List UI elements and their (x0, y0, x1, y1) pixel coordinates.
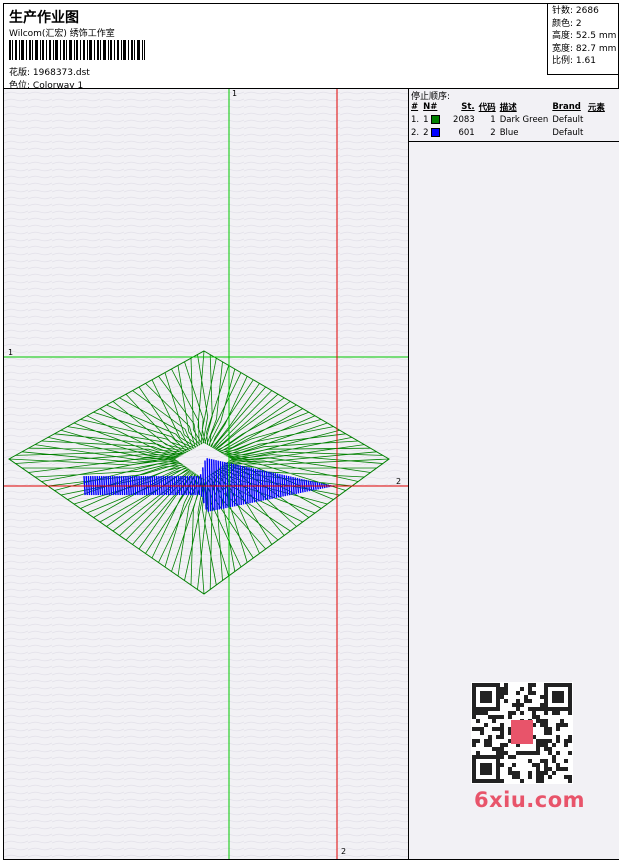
stop-sequence-table: # N# St. 代码 描述 Brand 元素 1. 1 2083 1 Dark… (410, 101, 608, 139)
color-swatch-dark-green (431, 114, 441, 124)
panel-divider (409, 141, 619, 142)
axis-label-h-red: 2 (396, 477, 402, 486)
stat-height: 高度: 52.5 mm (552, 31, 617, 41)
col-stitches: St. (461, 102, 475, 112)
axis-label-v-green: 1 (232, 89, 238, 98)
color-swatch-blue (431, 127, 441, 137)
col-index: # (411, 102, 419, 112)
stat-stitches: 针数: 2686 (552, 6, 599, 16)
stat-width: 宽度: 82.7 mm (552, 43, 617, 54)
col-brand: Brand (552, 102, 581, 112)
barcode (9, 40, 145, 60)
axis-label-h-green: 1 (8, 348, 14, 357)
col-description: 描述 (499, 103, 517, 113)
needle-cell: 1 (422, 113, 443, 126)
watermark-text: 6xiu.com (474, 788, 586, 812)
col-needle: N# (423, 102, 438, 112)
col-element: 元素 (587, 103, 605, 113)
stat-scale: 比例: 1.61 (552, 56, 596, 66)
header: 生产作业图 Wilcom(汇宏) 绣饰工作室 花版: 1968373.dst 色… (3, 3, 619, 91)
table-row: 1. 1 2083 1 Dark Green Default (411, 113, 584, 126)
embroidery-preview (4, 89, 408, 859)
design-value: 1968373.dst (32, 68, 90, 78)
axis-label-v-red: 2 (341, 847, 347, 856)
table-header: # N# St. 代码 描述 Brand 元素 (410, 101, 608, 113)
page-title: 生产作业图 (9, 10, 79, 26)
stat-colors: 颜色: 2 (552, 18, 582, 29)
table-row: 2. 2 601 2 Blue Default (411, 126, 584, 139)
design-label: 花版: (9, 68, 31, 78)
design-stats: 针数: 2686 颜色: 2 高度: 52.5 mm 宽度: 82.7 mm 比… (547, 3, 619, 75)
qr-code (471, 682, 573, 784)
design-canvas: 1 1 2 2 (4, 89, 409, 859)
design-file: 花版: 1968373.dst (9, 65, 90, 78)
studio-name: Wilcom(汇宏) 绣饰工作室 (9, 29, 115, 39)
col-code: 代码 (478, 103, 496, 113)
needle-cell: 2 (422, 126, 443, 139)
